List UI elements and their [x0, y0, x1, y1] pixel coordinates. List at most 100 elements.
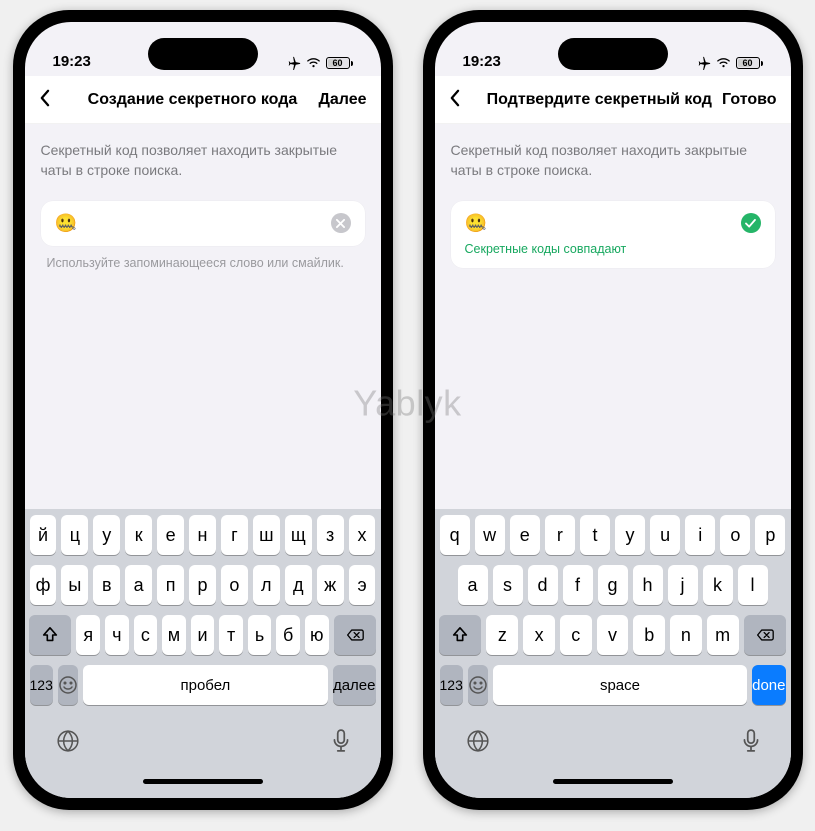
next-button[interactable]: Далее — [318, 91, 366, 109]
globe-key[interactable] — [56, 729, 80, 759]
key-k[interactable]: k — [703, 565, 733, 605]
keyboard-done-key[interactable]: done — [752, 665, 785, 705]
screen-right: 19:23 60 Подт — [435, 22, 791, 798]
key-p[interactable]: p — [755, 515, 785, 555]
key-ю[interactable]: ю — [305, 615, 329, 655]
key-й[interactable]: й — [30, 515, 57, 555]
key-п[interactable]: п — [157, 565, 184, 605]
key-э[interactable]: э — [349, 565, 376, 605]
key-n[interactable]: n — [670, 615, 702, 655]
key-с[interactable]: с — [134, 615, 158, 655]
key-r[interactable]: r — [545, 515, 575, 555]
key-щ[interactable]: щ — [285, 515, 312, 555]
home-indicator[interactable] — [143, 779, 263, 784]
key-o[interactable]: o — [720, 515, 750, 555]
shift-key[interactable] — [29, 615, 71, 655]
key-х[interactable]: х — [349, 515, 376, 555]
key-у[interactable]: у — [93, 515, 120, 555]
key-b[interactable]: b — [633, 615, 665, 655]
key-ч[interactable]: ч — [105, 615, 129, 655]
keyboard-bottom-row — [438, 715, 788, 761]
key-г[interactable]: г — [221, 515, 248, 555]
key-v[interactable]: v — [597, 615, 629, 655]
key-i[interactable]: i — [685, 515, 715, 555]
battery-indicator: 60 — [736, 57, 763, 69]
key-g[interactable]: g — [598, 565, 628, 605]
key-s[interactable]: s — [493, 565, 523, 605]
key-р[interactable]: р — [189, 565, 216, 605]
shift-key[interactable] — [439, 615, 481, 655]
key-о[interactable]: о — [221, 565, 248, 605]
keyboard-next-key[interactable]: Далее — [333, 665, 376, 705]
key-e[interactable]: e — [510, 515, 540, 555]
key-и[interactable]: и — [191, 615, 215, 655]
nav-header: Подтвердите секретный код Готово — [435, 76, 791, 124]
dynamic-island — [148, 38, 258, 70]
keyboard: qwertyuiop asdfghjkl zxcvbnm 123 — [435, 509, 791, 798]
key-д[interactable]: д — [285, 565, 312, 605]
key-т[interactable]: т — [219, 615, 243, 655]
emoji-key[interactable] — [58, 665, 78, 705]
input-hint: Используйте запоминающееся слово или сма… — [41, 256, 365, 270]
dictation-key[interactable] — [742, 729, 760, 759]
keyboard-bottom-row — [28, 715, 378, 761]
key-ж[interactable]: ж — [317, 565, 344, 605]
key-в[interactable]: в — [93, 565, 120, 605]
key-m[interactable]: m — [707, 615, 739, 655]
key-l[interactable]: l — [738, 565, 768, 605]
globe-key[interactable] — [466, 729, 490, 759]
backspace-key[interactable] — [744, 615, 786, 655]
keyboard-row-1: йцукенгшщзх — [28, 515, 378, 555]
keyboard-row-2: asdfghjkl — [438, 565, 788, 605]
airplane-icon — [287, 56, 301, 70]
secret-code-input-card: 🤐 Секретные коды совпадают — [451, 201, 775, 268]
key-ц[interactable]: ц — [61, 515, 88, 555]
key-u[interactable]: u — [650, 515, 680, 555]
key-б[interactable]: б — [276, 615, 300, 655]
key-a[interactable]: a — [458, 565, 488, 605]
key-z[interactable]: z — [486, 615, 518, 655]
emoji-key[interactable] — [468, 665, 488, 705]
key-к[interactable]: к — [125, 515, 152, 555]
key-y[interactable]: y — [615, 515, 645, 555]
space-key[interactable]: Пробел — [83, 665, 328, 705]
description-text: Секретный код позволяет находить закрыты… — [451, 140, 775, 181]
numbers-key[interactable]: 123 — [30, 665, 53, 705]
key-ь[interactable]: ь — [248, 615, 272, 655]
key-з[interactable]: з — [317, 515, 344, 555]
space-key[interactable]: space — [493, 665, 747, 705]
done-button[interactable]: Готово — [722, 91, 776, 109]
back-button[interactable] — [449, 87, 477, 113]
key-ш[interactable]: ш — [253, 515, 280, 555]
clear-input-button[interactable] — [331, 213, 351, 233]
key-н[interactable]: н — [189, 515, 216, 555]
key-t[interactable]: t — [580, 515, 610, 555]
secret-code-input[interactable]: 🤐 — [465, 213, 733, 234]
key-d[interactable]: d — [528, 565, 558, 605]
key-а[interactable]: а — [125, 565, 152, 605]
key-м[interactable]: м — [162, 615, 186, 655]
key-j[interactable]: j — [668, 565, 698, 605]
key-ф[interactable]: ф — [30, 565, 57, 605]
dictation-key[interactable] — [332, 729, 350, 759]
back-button[interactable] — [39, 87, 67, 113]
key-x[interactable]: x — [523, 615, 555, 655]
key-c[interactable]: c — [560, 615, 592, 655]
key-я[interactable]: я — [76, 615, 100, 655]
key-w[interactable]: w — [475, 515, 505, 555]
backspace-key[interactable] — [334, 615, 376, 655]
key-ы[interactable]: ы — [61, 565, 88, 605]
check-icon — [741, 213, 761, 233]
content-area: Секретный код позволяет находить закрыты… — [25, 124, 381, 509]
home-indicator[interactable] — [553, 779, 673, 784]
key-q[interactable]: q — [440, 515, 470, 555]
key-f[interactable]: f — [563, 565, 593, 605]
secret-code-input-card: 🤐 — [41, 201, 365, 246]
keyboard: йцукенгшщзх фывапролджэ ячсмитьбю 123 — [25, 509, 381, 798]
wifi-icon — [306, 57, 321, 69]
key-h[interactable]: h — [633, 565, 663, 605]
secret-code-input[interactable]: 🤐 — [55, 213, 323, 234]
numbers-key[interactable]: 123 — [440, 665, 463, 705]
key-е[interactable]: е — [157, 515, 184, 555]
key-л[interactable]: л — [253, 565, 280, 605]
